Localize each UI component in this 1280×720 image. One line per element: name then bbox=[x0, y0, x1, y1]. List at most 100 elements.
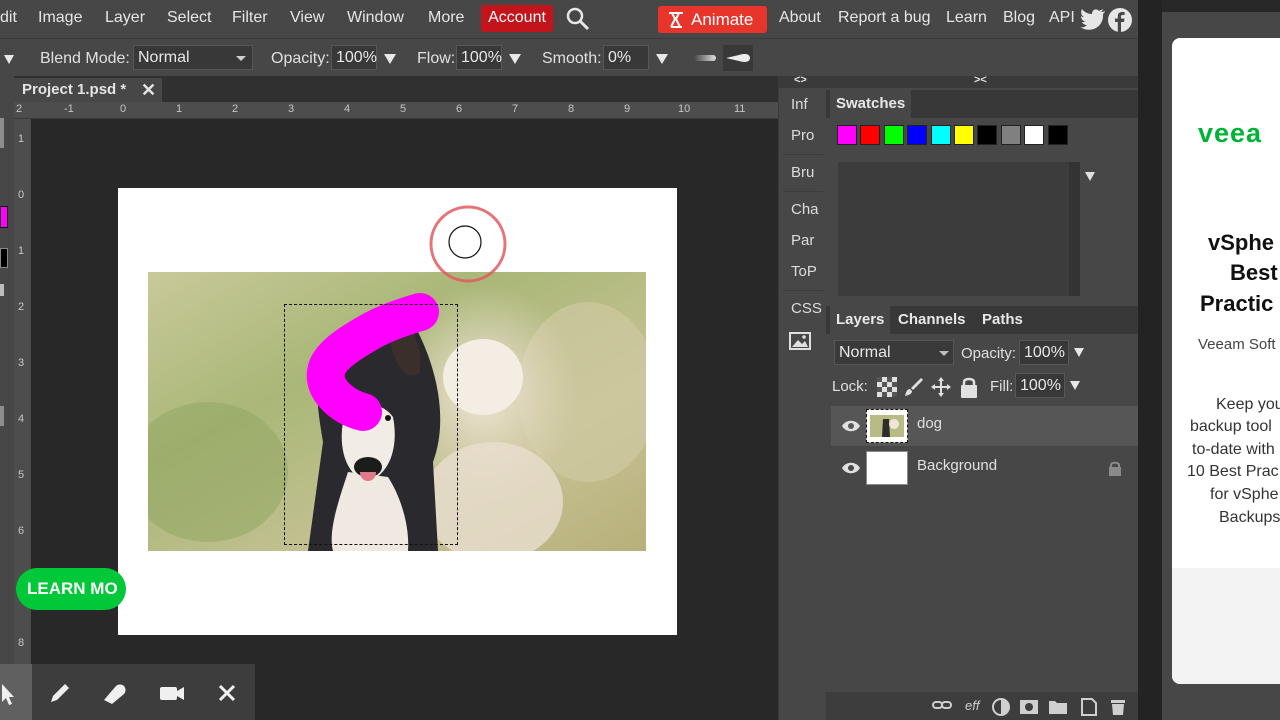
color-swatch[interactable] bbox=[977, 125, 998, 145]
image-icon[interactable] bbox=[789, 332, 811, 355]
layer-name[interactable]: dog bbox=[917, 415, 942, 432]
layer-row-dog[interactable]: dog bbox=[831, 406, 1138, 446]
link-about[interactable]: About bbox=[779, 9, 821, 27]
link-blog[interactable]: Blog bbox=[1003, 9, 1035, 27]
eraser-tool-button[interactable] bbox=[100, 678, 130, 708]
soft-brush-icon[interactable] bbox=[690, 48, 720, 73]
menu-select[interactable]: Select bbox=[167, 9, 211, 27]
ruler-tick: 7 bbox=[512, 103, 519, 115]
color-swatch[interactable] bbox=[1000, 125, 1021, 145]
video-camera-icon bbox=[160, 687, 184, 700]
color-swatch[interactable] bbox=[837, 125, 857, 145]
layer-opacity-dropdown-icon[interactable] bbox=[1074, 348, 1084, 357]
color-swatch[interactable] bbox=[930, 125, 951, 145]
eye-icon[interactable] bbox=[841, 419, 861, 438]
hard-brush-icon[interactable] bbox=[723, 45, 753, 71]
fill-field[interactable]: 100% bbox=[1015, 373, 1065, 398]
color-swatch[interactable] bbox=[1024, 125, 1045, 145]
panel-info-button[interactable]: Inf bbox=[791, 96, 808, 113]
flow-field[interactable]: 100% bbox=[456, 45, 502, 70]
collapse-arrows-icon[interactable]: >< bbox=[974, 74, 987, 86]
close-toolbar-button[interactable] bbox=[212, 678, 242, 708]
tool-options-bar: Blend Mode: Normal Opacity: 100% Flow: 1… bbox=[0, 38, 1150, 76]
eye-icon[interactable] bbox=[841, 461, 861, 480]
blend-mode-select[interactable]: Normal bbox=[133, 45, 253, 70]
chevron-down-icon bbox=[939, 351, 949, 356]
document-tab[interactable]: Project 1.psd * ✕ bbox=[14, 78, 162, 102]
tool-preset-dropdown-icon[interactable] bbox=[4, 55, 14, 64]
layer-opacity-field[interactable]: 100% bbox=[1019, 340, 1069, 365]
color-swatch[interactable] bbox=[954, 125, 974, 145]
tab-channels[interactable]: Channels bbox=[892, 306, 972, 334]
smooth-dropdown-icon[interactable] bbox=[656, 54, 668, 64]
expand-arrows-icon[interactable]: <> bbox=[794, 74, 807, 86]
lock-paint-brush-icon[interactable] bbox=[903, 376, 925, 403]
color-swatch[interactable] bbox=[860, 125, 881, 145]
color-swatch[interactable] bbox=[1047, 125, 1068, 145]
ruler-tick: 10 bbox=[678, 103, 691, 115]
fill-dropdown-icon[interactable] bbox=[1070, 381, 1080, 390]
panel-properties-button[interactable]: Pro bbox=[791, 127, 814, 144]
link-report-bug[interactable]: Report a bug bbox=[838, 9, 931, 27]
account-button[interactable]: Account bbox=[481, 5, 553, 32]
effects-button[interactable]: eff bbox=[965, 698, 979, 713]
layer-name[interactable]: Background bbox=[917, 457, 997, 474]
new-layer-icon[interactable] bbox=[1079, 698, 1099, 719]
close-icon[interactable]: ✕ bbox=[141, 78, 156, 102]
link-layers-icon[interactable] bbox=[932, 698, 952, 715]
animate-button[interactable]: Animate bbox=[658, 6, 767, 33]
menu-more[interactable]: More bbox=[428, 9, 464, 27]
menu-window[interactable]: Window bbox=[347, 9, 404, 27]
search-icon[interactable] bbox=[565, 6, 591, 37]
layer-row-background[interactable]: Background bbox=[831, 448, 1138, 488]
twitter-icon[interactable] bbox=[1080, 8, 1106, 35]
panel-paragraph-button[interactable]: Par bbox=[791, 232, 814, 249]
panel-character-button[interactable]: Cha bbox=[791, 201, 819, 218]
foreground-color-swatch[interactable] bbox=[0, 206, 8, 228]
panel-brush-button[interactable]: Bru bbox=[791, 164, 814, 181]
menu-image[interactable]: Image bbox=[38, 9, 82, 27]
background-color-swatch[interactable] bbox=[0, 248, 8, 268]
menu-filter[interactable]: Filter bbox=[232, 9, 268, 27]
lock-all-icon[interactable] bbox=[959, 375, 979, 404]
panel-collapse-bar[interactable]: >< bbox=[826, 74, 1138, 88]
selection-marquee[interactable] bbox=[284, 304, 458, 545]
link-api[interactable]: API bbox=[1049, 9, 1075, 27]
opacity-field[interactable]: 100% bbox=[331, 45, 377, 70]
layer-mask-icon[interactable] bbox=[1019, 698, 1039, 719]
record-button[interactable] bbox=[157, 678, 187, 708]
tab-layers[interactable]: Layers bbox=[830, 306, 891, 334]
ad-card[interactable]: veea vSphe Best Practic Veeam Soft Keep … bbox=[1172, 38, 1280, 684]
panel-tool-presets-button[interactable]: ToP bbox=[791, 263, 817, 280]
folder-icon[interactable] bbox=[1048, 698, 1068, 719]
link-learn[interactable]: Learn bbox=[946, 9, 987, 27]
color-swatch[interactable] bbox=[883, 125, 904, 145]
lock-transparency-icon[interactable] bbox=[876, 376, 898, 403]
tool-button[interactable] bbox=[0, 406, 4, 426]
lock-position-move-icon[interactable] bbox=[930, 376, 952, 403]
menu-view[interactable]: View bbox=[290, 9, 324, 27]
color-swatch[interactable] bbox=[907, 125, 928, 145]
flow-dropdown-icon[interactable] bbox=[509, 54, 521, 64]
swatches-menu-icon[interactable] bbox=[1085, 172, 1095, 181]
panel-collapse-bar[interactable]: <> bbox=[779, 74, 827, 88]
facebook-icon[interactable] bbox=[1108, 8, 1132, 37]
swatch-scrollbar[interactable] bbox=[1069, 162, 1080, 296]
layer-blend-select[interactable]: Normal bbox=[834, 340, 954, 365]
tab-swatches[interactable]: Swatches bbox=[830, 90, 912, 118]
ad-learn-more-button[interactable]: LEARN MO bbox=[16, 568, 126, 610]
smooth-label: Smooth: bbox=[542, 50, 602, 67]
smooth-field[interactable]: 0% bbox=[603, 45, 649, 70]
tool-button[interactable] bbox=[0, 284, 4, 296]
menu-layer[interactable]: Layer bbox=[105, 9, 145, 27]
tool-button[interactable] bbox=[0, 118, 4, 148]
adjustment-layer-icon[interactable] bbox=[992, 698, 1010, 719]
tab-paths[interactable]: Paths bbox=[976, 306, 1029, 334]
trash-icon[interactable] bbox=[1109, 698, 1127, 719]
panel-css-button[interactable]: CSS bbox=[791, 300, 822, 317]
opacity-dropdown-icon[interactable] bbox=[384, 54, 396, 64]
pen-tool-button[interactable] bbox=[45, 678, 75, 708]
swatch-preview-area[interactable] bbox=[838, 162, 1080, 296]
pointer-tool-button[interactable] bbox=[0, 664, 32, 720]
menu-edit[interactable]: dit bbox=[0, 9, 17, 27]
